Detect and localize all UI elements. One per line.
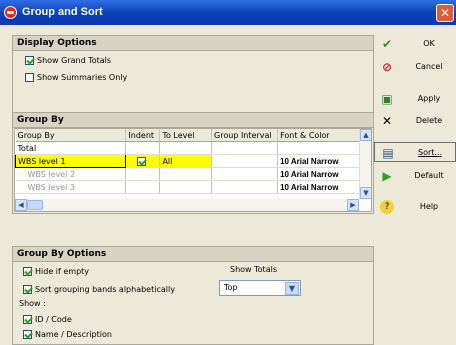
default-button[interactable]: ▶ Default [374, 166, 456, 186]
title-bar[interactable]: Group and Sort ✕ [0, 0, 456, 25]
to-level-cell[interactable] [159, 167, 213, 181]
sort-icon: ▤ [382, 146, 394, 160]
cancel-button[interactable]: ⊘ Cancel [374, 57, 456, 77]
cancel-icon: ⊘ [381, 60, 393, 74]
checkbox-icon[interactable] [23, 267, 32, 276]
table-row[interactable]: WBS level 3 10 Arial Narrow [15, 180, 371, 194]
font-cell[interactable] [277, 141, 371, 155]
id-code-checkbox[interactable]: ID / Code [23, 315, 72, 324]
to-level-cell[interactable] [159, 180, 213, 194]
scroll-down-icon[interactable]: ▼ [360, 187, 371, 199]
sort-button[interactable]: ▤ Sort... [374, 142, 456, 162]
group-by-options-header: Group By Options [13, 247, 373, 262]
indent-cell[interactable] [125, 141, 161, 155]
show-totals-value: Top [224, 283, 238, 292]
group-by-cell[interactable]: WBS level 1 [15, 154, 127, 168]
display-options-header: Display Options [13, 36, 373, 51]
show-totals-label: Show Totals [230, 265, 277, 274]
to-level-cell[interactable] [159, 141, 213, 155]
interval-cell[interactable] [211, 180, 279, 194]
delete-icon: ✕ [381, 114, 393, 128]
chevron-down-icon[interactable]: ▼ [285, 282, 299, 295]
group-by-panel: Group By Group By Indent To Level Group … [12, 112, 374, 214]
font-cell[interactable]: 10 Arial Narrow [277, 180, 371, 194]
checkbox-icon[interactable] [25, 73, 34, 82]
table-row[interactable]: Total [15, 141, 371, 155]
window-title: Group and Sort [22, 6, 103, 18]
scroll-thumb[interactable] [27, 200, 43, 210]
column-header[interactable]: Group By [15, 129, 127, 142]
table-row-selected[interactable]: WBS level 1 All 10 Arial Narrow [15, 154, 371, 168]
checkbox-icon[interactable] [23, 285, 32, 294]
check-icon: ✔ [381, 37, 393, 51]
table-header-row: Group By Indent To Level Group Interval … [15, 129, 371, 142]
group-by-table: Group By Indent To Level Group Interval … [15, 129, 371, 194]
table-row[interactable]: WBS level 2 10 Arial Narrow [15, 167, 371, 181]
interval-cell[interactable] [211, 167, 279, 181]
show-summaries-only-checkbox[interactable]: Show Summaries Only [25, 73, 127, 82]
horizontal-scrollbar[interactable]: ◀ ▶ [15, 199, 359, 211]
font-cell[interactable]: 10 Arial Narrow [277, 154, 371, 168]
checkbox-icon[interactable] [23, 330, 32, 339]
help-icon: ? [380, 200, 394, 214]
group-by-cell[interactable]: WBS level 3 [15, 180, 127, 194]
column-header[interactable]: Indent [125, 129, 161, 142]
indent-cell[interactable] [125, 180, 161, 194]
help-button[interactable]: ? Help [374, 197, 456, 217]
column-header[interactable]: Group Interval [211, 129, 279, 142]
scroll-up-icon[interactable]: ▲ [360, 129, 371, 141]
display-options-panel: Display Options Show Grand Totals Show S… [12, 35, 374, 113]
group-by-cell[interactable]: Total [15, 141, 127, 155]
group-by-header: Group By [13, 113, 373, 128]
scroll-right-icon[interactable]: ▶ [347, 199, 359, 211]
interval-cell[interactable] [211, 141, 279, 155]
delete-button[interactable]: ✕ Delete [374, 111, 456, 131]
group-by-cell[interactable]: WBS level 2 [15, 167, 127, 181]
hide-if-empty-checkbox[interactable]: Hide if empty [23, 267, 89, 276]
app-icon [4, 6, 17, 19]
indent-cell[interactable] [125, 154, 161, 168]
show-label: Show : [19, 299, 46, 308]
play-icon: ▶ [382, 169, 392, 183]
name-description-checkbox[interactable]: Name / Description [23, 330, 112, 339]
close-button[interactable]: ✕ [436, 4, 454, 22]
indent-cell[interactable] [125, 167, 161, 181]
interval-cell[interactable] [211, 154, 279, 168]
apply-icon: ▣ [381, 92, 393, 106]
indent-checkbox[interactable] [136, 156, 146, 166]
column-header[interactable]: To Level [159, 129, 213, 142]
font-cell[interactable]: 10 Arial Narrow [277, 167, 371, 181]
group-by-options-panel: Group By Options Hide if empty Sort grou… [12, 246, 374, 345]
apply-button[interactable]: ▣ Apply [374, 89, 456, 109]
checkbox-icon[interactable] [25, 56, 34, 65]
scroll-left-icon[interactable]: ◀ [15, 199, 27, 211]
vertical-scrollbar[interactable]: ▲ ▼ [359, 129, 371, 199]
show-grand-totals-checkbox[interactable]: Show Grand Totals [25, 56, 111, 65]
group-by-grid: Group By Indent To Level Group Interval … [14, 128, 372, 212]
to-level-cell[interactable]: All [159, 154, 213, 168]
column-header[interactable]: Font & Color [277, 129, 371, 142]
ok-button[interactable]: ✔ OK [374, 34, 456, 54]
show-totals-select[interactable]: Top ▼ [219, 280, 301, 296]
checkbox-icon[interactable] [23, 315, 32, 324]
sort-bands-checkbox[interactable]: Sort grouping bands alphabetically [23, 285, 175, 294]
